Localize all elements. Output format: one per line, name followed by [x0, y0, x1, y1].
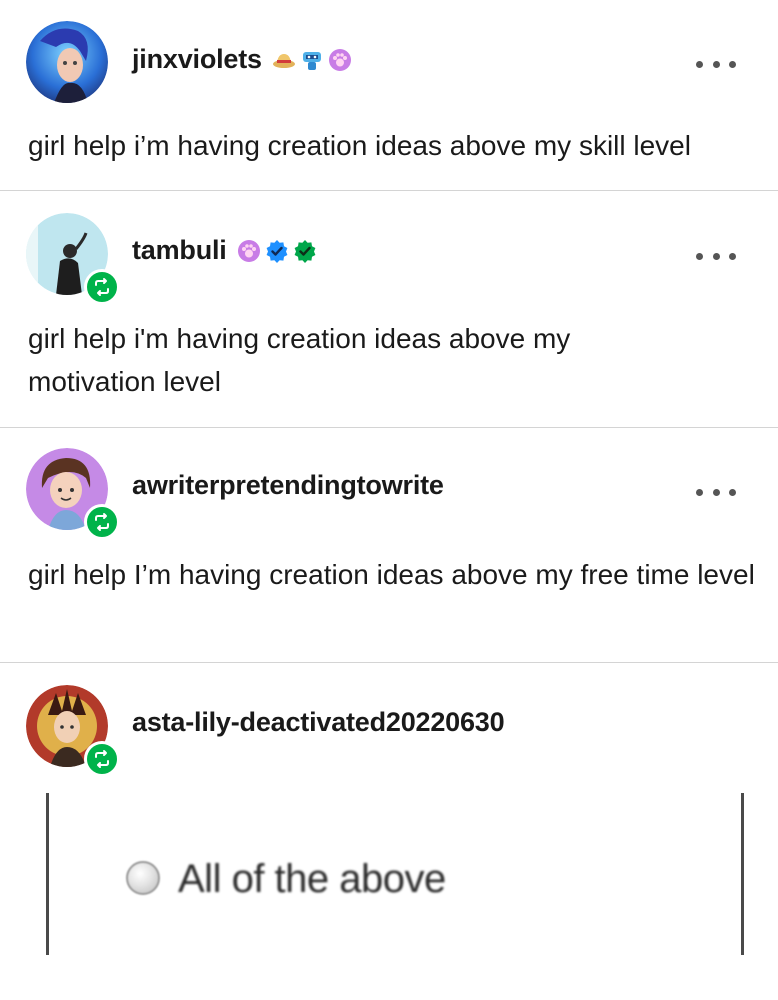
dot-icon: [712, 252, 720, 260]
avatar[interactable]: [26, 448, 120, 540]
username[interactable]: jinxviolets: [132, 44, 352, 75]
reblog-icon: [95, 750, 109, 768]
username[interactable]: tambuli: [132, 235, 317, 266]
dot-icon: [729, 60, 736, 68]
dot-icon: [712, 488, 720, 496]
reblog-icon: [95, 278, 109, 296]
username[interactable]: awriterpretendingtowrite: [132, 470, 444, 501]
reblog-badge: [84, 269, 120, 305]
more-options-button[interactable]: [696, 54, 736, 74]
image-border-right: [741, 793, 744, 955]
badge-group: [237, 239, 317, 263]
radio-option-label: All of the above: [178, 857, 446, 901]
radio-button-icon: [126, 861, 160, 895]
embedded-image[interactable]: All of the above: [46, 793, 746, 955]
more-options-button[interactable]: [696, 482, 736, 502]
blue-verified-icon[interactable]: [265, 239, 289, 263]
avatar[interactable]: [26, 21, 108, 103]
post: awriterpretendingtowrite girl help I’m h…: [0, 428, 778, 663]
green-verified-icon[interactable]: [293, 239, 317, 263]
post: asta-lily-deactivated20220630 All of the…: [0, 663, 778, 1000]
paw-badge-icon[interactable]: [237, 239, 261, 263]
username-text[interactable]: jinxviolets: [132, 44, 262, 75]
dot-icon: [696, 252, 703, 260]
post-text: girl help i'm having creation ideas abov…: [28, 323, 571, 397]
straw-hat-icon[interactable]: [272, 48, 296, 72]
avatar[interactable]: [26, 685, 120, 777]
paw-badge-icon[interactable]: [328, 48, 352, 72]
post-text: girl help I’m having creation ideas abov…: [28, 559, 755, 590]
post-text: girl help i’m having creation ideas abov…: [28, 130, 691, 161]
reblog-badge: [84, 741, 120, 777]
dot-icon: [729, 488, 736, 496]
image-border-left: [46, 793, 49, 955]
username[interactable]: asta-lily-deactivated20220630: [132, 707, 505, 738]
reblog-icon: [95, 513, 109, 531]
reblog-badge: [84, 504, 120, 540]
avatar-image-jinxviolets: [26, 21, 108, 103]
robot-icon[interactable]: [300, 48, 324, 72]
more-options-button[interactable]: [696, 246, 736, 266]
post: tambuli girl help i'm having creation id…: [0, 191, 778, 428]
avatar[interactable]: [26, 213, 120, 305]
username-text[interactable]: awriterpretendingtowrite: [132, 470, 444, 501]
dot-icon: [729, 252, 736, 260]
username-text[interactable]: asta-lily-deactivated20220630: [132, 707, 505, 738]
username-text[interactable]: tambuli: [132, 235, 227, 266]
dot-icon: [696, 60, 703, 68]
dot-icon: [696, 488, 703, 496]
dot-icon: [712, 60, 720, 68]
post: jinxviolets girl help i’m having creatio…: [0, 0, 778, 191]
badge-group: [272, 48, 352, 72]
